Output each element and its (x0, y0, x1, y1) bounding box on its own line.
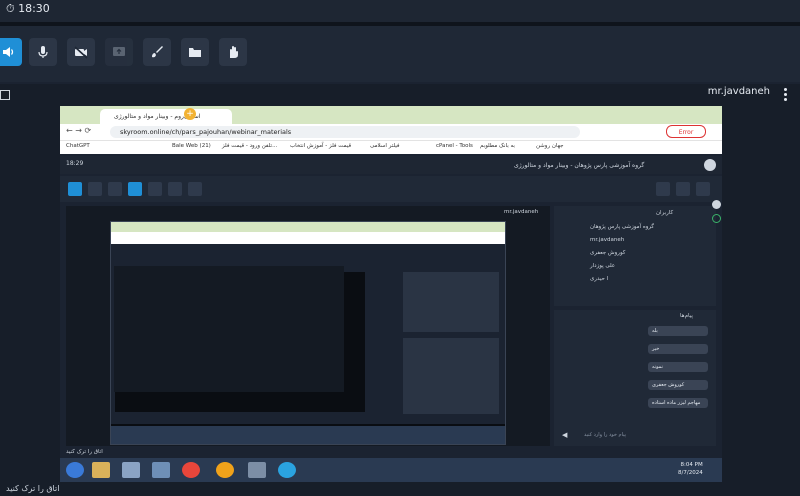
nested-taskbar (111, 426, 505, 444)
chat-message: کوروش جعفری (648, 380, 708, 390)
chat-input[interactable]: پیام خود را وارد کنید (558, 428, 712, 442)
explorer-icon[interactable] (92, 462, 110, 478)
taskbar-clock: 8:04 PM 8/7/2024 (678, 461, 703, 477)
inner-brush-button[interactable] (148, 182, 162, 196)
microphone-icon (38, 46, 48, 58)
chat-message: خیر (648, 344, 708, 354)
chat-message: مهاجم لیزر ماده استاده (648, 398, 708, 408)
network-app-icon[interactable] (248, 462, 266, 478)
bookmark-item[interactable]: جهان روشن (536, 143, 564, 149)
chat-title: پیام‌ها (680, 313, 693, 319)
zoom-icon[interactable] (712, 200, 721, 209)
speaker-icon (3, 47, 14, 57)
brush-button[interactable] (143, 38, 171, 66)
camera-off-icon (74, 46, 88, 59)
brush-icon (152, 46, 163, 58)
inner-chat-button[interactable] (676, 182, 690, 196)
inner-camera-button[interactable] (108, 182, 122, 196)
shared-screen: اسکای‌روم - وبینار مواد و متالورژی + ← →… (60, 106, 722, 482)
nested-users (403, 272, 499, 332)
users-title: کاربران (656, 210, 674, 216)
bookmark-item[interactable]: cPanel - Tools (436, 143, 473, 149)
back-forward-icon[interactable]: ← → ⟳ (66, 126, 91, 135)
browser-tab[interactable]: اسکای‌روم - وبینار مواد و متالورژی (100, 109, 232, 124)
fit-icon[interactable] (712, 214, 721, 223)
bookmark-item[interactable]: قیمت فلز - آموزش انتخاب (290, 143, 351, 149)
inner-title: گروه آموزشی پارس پژوهان - وبینار مواد و … (514, 162, 645, 169)
inner-footer[interactable]: اتاق را ترک کنید (66, 449, 103, 455)
more-options-button[interactable] (784, 88, 788, 103)
user-row[interactable]: گروه آموزشی پارس پژوهان (590, 224, 654, 230)
folder-icon (189, 48, 201, 57)
inner-folder-button[interactable] (168, 182, 182, 196)
folder-button[interactable] (181, 38, 209, 66)
clock-time: 18:30 (18, 2, 50, 15)
bookmark-item[interactable]: Bale Web (21) (172, 143, 211, 149)
browser-icon[interactable] (216, 462, 234, 478)
bookmarks-bar: ChatGPT Bale Web (21) تلفن ورود - قیمت ف… (60, 140, 722, 155)
user-row[interactable]: ا حیدری (590, 276, 608, 282)
deep-nested-screen (114, 266, 344, 392)
media-icon[interactable] (152, 462, 170, 478)
raise-hand-icon (230, 46, 238, 58)
inner-users-button[interactable] (656, 182, 670, 196)
share-screen-icon (113, 47, 125, 56)
clock-label: ⏱ 18:30 (6, 2, 50, 15)
screen-icon (0, 90, 10, 100)
chrome-icon[interactable] (182, 462, 200, 478)
leave-room-link[interactable]: اتاق را ترک کنید (6, 484, 59, 493)
raise-hand-button[interactable] (219, 38, 247, 66)
bookmark-item[interactable]: تلفن ورود - قیمت فلز... (222, 143, 277, 149)
microphone-button[interactable] (29, 38, 57, 66)
side-icons (712, 114, 722, 234)
telegram-icon[interactable] (278, 462, 296, 478)
bookmark-item[interactable]: ChatGPT (66, 143, 90, 149)
taskbar-date: 8/7/2024 (678, 470, 703, 476)
presenter-name: mr.javdaneh (707, 86, 770, 97)
user-row[interactable]: mr.javdaneh (590, 237, 624, 243)
taskbar-time: 8:04 PM (680, 462, 703, 468)
inner-menu-button[interactable] (696, 182, 710, 196)
chat-message: بله (648, 326, 708, 336)
user-row[interactable]: کوروش جعفری (590, 250, 625, 256)
new-tab-button[interactable]: + (184, 108, 196, 120)
address-row: ← → ⟳ skyroom.online/ch/pars_pajouhan/we… (60, 124, 722, 140)
user-row[interactable]: علی پوزدار (590, 263, 615, 269)
nested-tab-strip (111, 222, 505, 232)
inner-presenter-name: mr.javdaneh (504, 209, 539, 215)
start-icon[interactable] (66, 462, 84, 478)
bottom-bar (0, 484, 800, 496)
share-screen-button[interactable] (105, 38, 133, 66)
nested-address-row (111, 232, 505, 244)
app-icon[interactable] (122, 462, 140, 478)
inner-clock: 18:29 (66, 160, 84, 167)
chat-message: نمونه (648, 362, 708, 372)
bookmark-item[interactable]: فیلتر اسلامی (370, 143, 400, 149)
camera-button[interactable] (67, 38, 95, 66)
send-icon[interactable]: ◀ (562, 431, 567, 439)
nested-chat (403, 338, 499, 414)
inner-microphone-button[interactable] (88, 182, 102, 196)
address-bar[interactable]: skyroom.online/ch/pars_pajouhan/webinar_… (110, 126, 580, 138)
users-panel (554, 206, 716, 306)
bookmark-item[interactable]: به بانک مطلوبم (480, 143, 515, 149)
inner-speaker-button[interactable] (68, 182, 82, 196)
inner-share-button[interactable] (128, 182, 142, 196)
error-button[interactable]: Error (666, 125, 706, 138)
top-bar (0, 0, 800, 22)
speaker-button[interactable] (0, 38, 22, 66)
inner-hand-button[interactable] (188, 182, 202, 196)
